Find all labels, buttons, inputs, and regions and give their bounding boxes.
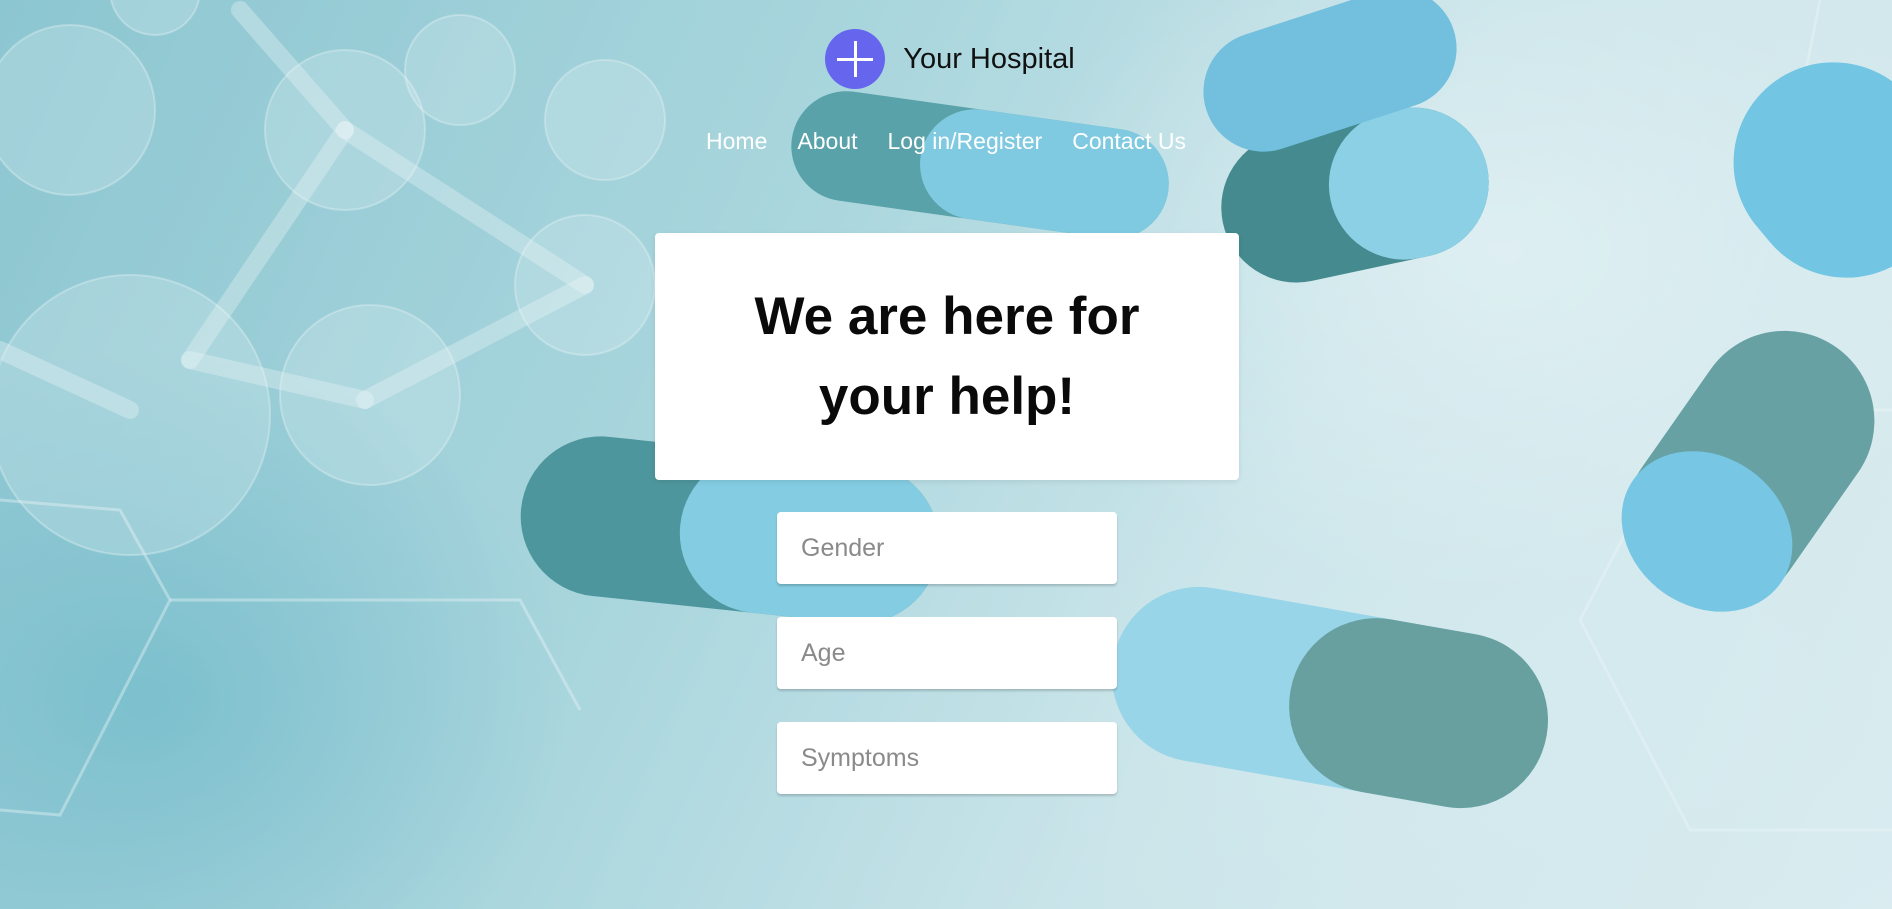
nav-link-home[interactable]: Home — [706, 128, 767, 155]
main-nav: Home About Log in/Register Contact Us — [0, 128, 1892, 155]
plus-circle-icon — [825, 29, 886, 89]
site-header: Your Hospital — [0, 29, 1892, 89]
hero-card: We are here for your help! — [655, 233, 1239, 480]
brand-link[interactable]: Your Hospital — [825, 29, 1075, 89]
brand-name: Your Hospital — [903, 42, 1075, 75]
symptoms-input[interactable] — [777, 722, 1117, 794]
gender-input[interactable] — [777, 512, 1117, 584]
nav-link-about[interactable]: About — [797, 128, 857, 155]
hero-title: We are here for your help! — [754, 286, 1140, 426]
nav-link-contact-us[interactable]: Contact Us — [1072, 128, 1186, 155]
nav-link-login-register[interactable]: Log in/Register — [888, 128, 1043, 155]
age-input[interactable] — [777, 617, 1117, 689]
